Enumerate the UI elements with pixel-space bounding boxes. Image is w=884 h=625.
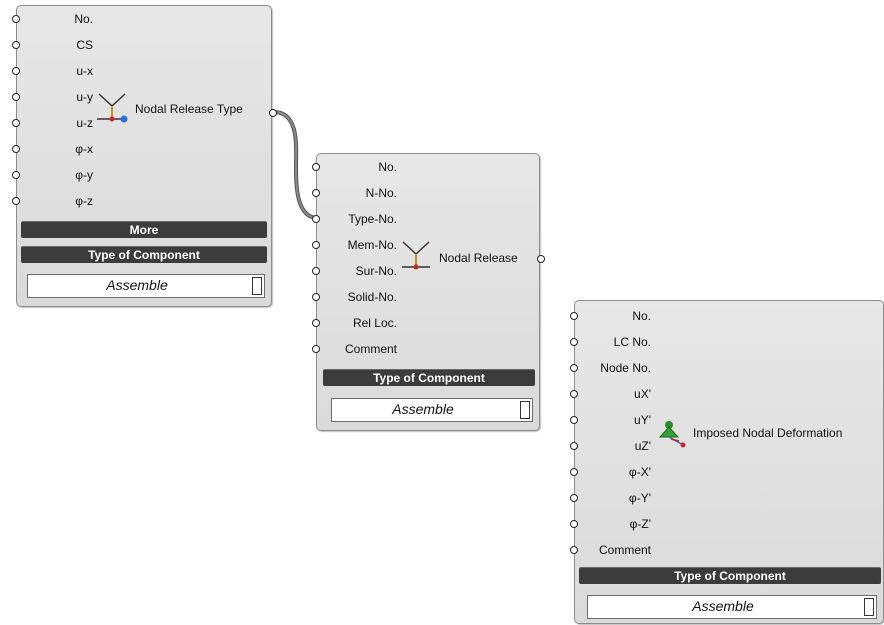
input-phi-z[interactable]: φ-Z'	[570, 511, 651, 537]
output-grip[interactable]	[269, 109, 277, 117]
input-uz[interactable]: uZ'	[570, 433, 651, 459]
input-grip[interactable]	[570, 416, 578, 424]
nodal-release-icon	[402, 241, 430, 270]
input-grip[interactable]	[570, 390, 578, 398]
nodal-release-type-component[interactable]: No. CS u-x u-y u-z φ-x φ-y φ-z Nodal Rel…	[12, 5, 277, 307]
input-solid-no[interactable]: Solid-No.	[312, 284, 397, 310]
type-of-component-label: Type of Component	[21, 246, 267, 263]
input-grip[interactable]	[570, 468, 578, 476]
input-phi-y[interactable]: φ-Y'	[570, 485, 651, 511]
input-grip[interactable]	[570, 442, 578, 450]
imposed-nodal-deformation-component[interactable]: No. LC No. Node No. uX' uY' uZ' φ-X' φ-Y…	[570, 300, 884, 624]
type-of-component-label: Type of Component	[323, 369, 535, 386]
type-dropdown[interactable]: Assemble	[331, 398, 533, 422]
input-grip[interactable]	[12, 119, 20, 127]
component-title: Nodal Release	[439, 251, 518, 265]
input-u-x[interactable]: u-x	[12, 58, 93, 84]
input-grip[interactable]	[12, 15, 20, 23]
input-grip[interactable]	[312, 163, 320, 171]
type-dropdown[interactable]: Assemble	[27, 274, 265, 298]
input-grip[interactable]	[12, 171, 20, 179]
output-grip[interactable]	[537, 255, 545, 263]
input-grip[interactable]	[12, 93, 20, 101]
input-cs[interactable]: CS	[12, 32, 93, 58]
input-no[interactable]: No.	[570, 303, 651, 329]
input-grip[interactable]	[312, 189, 320, 197]
input-no[interactable]: No.	[12, 6, 93, 32]
input-grip[interactable]	[12, 197, 20, 205]
dropdown-toggle[interactable]	[520, 401, 530, 419]
input-grip[interactable]	[570, 312, 578, 320]
input-phi-y[interactable]: φ-y	[12, 162, 93, 188]
input-grip[interactable]	[12, 41, 20, 49]
input-ux[interactable]: uX'	[570, 381, 651, 407]
input-grip[interactable]	[312, 267, 320, 275]
input-grip[interactable]	[312, 215, 320, 223]
input-comment[interactable]: Comment	[312, 336, 397, 362]
input-grip[interactable]	[312, 319, 320, 327]
input-comment[interactable]: Comment	[570, 537, 651, 563]
type-of-component-label: Type of Component	[579, 567, 881, 584]
input-sur-no[interactable]: Sur-No.	[312, 258, 397, 284]
input-mem-no[interactable]: Mem-No.	[312, 232, 397, 258]
input-phi-x[interactable]: φ-x	[12, 136, 93, 162]
component-title: Nodal Release Type	[135, 102, 243, 116]
type-dropdown[interactable]: Assemble	[587, 595, 877, 619]
input-rel-loc[interactable]: Rel Loc.	[312, 310, 397, 336]
input-u-z[interactable]: u-z	[12, 110, 93, 136]
input-grip[interactable]	[570, 364, 578, 372]
input-lc-no[interactable]: LC No.	[570, 329, 651, 355]
input-grip[interactable]	[12, 67, 20, 75]
dropdown-toggle[interactable]	[252, 277, 262, 295]
input-no[interactable]: No.	[312, 154, 397, 180]
input-phi-x[interactable]: φ-X'	[570, 459, 651, 485]
component-title: Imposed Nodal Deformation	[693, 426, 843, 440]
input-u-y[interactable]: u-y	[12, 84, 93, 110]
more-button[interactable]: More	[21, 221, 267, 238]
input-grip[interactable]	[12, 145, 20, 153]
input-uy[interactable]: uY'	[570, 407, 651, 433]
input-grip[interactable]	[570, 546, 578, 554]
nodal-release-component[interactable]: No. N-No. Type-No. Mem-No. Sur-No. Solid…	[312, 153, 545, 431]
input-node-no[interactable]: Node No.	[570, 355, 651, 381]
input-grip[interactable]	[312, 241, 320, 249]
nodal-release-icon	[97, 93, 128, 123]
dropdown-toggle[interactable]	[864, 598, 874, 616]
input-grip[interactable]	[570, 338, 578, 346]
input-grip[interactable]	[570, 494, 578, 502]
input-phi-z[interactable]: φ-z	[12, 188, 93, 214]
input-grip[interactable]	[312, 345, 320, 353]
imposed-deformation-icon	[658, 421, 686, 448]
input-n-no[interactable]: N-No.	[312, 180, 397, 206]
input-type-no[interactable]: Type-No.	[312, 206, 397, 232]
input-grip[interactable]	[312, 293, 320, 301]
input-grip[interactable]	[570, 520, 578, 528]
